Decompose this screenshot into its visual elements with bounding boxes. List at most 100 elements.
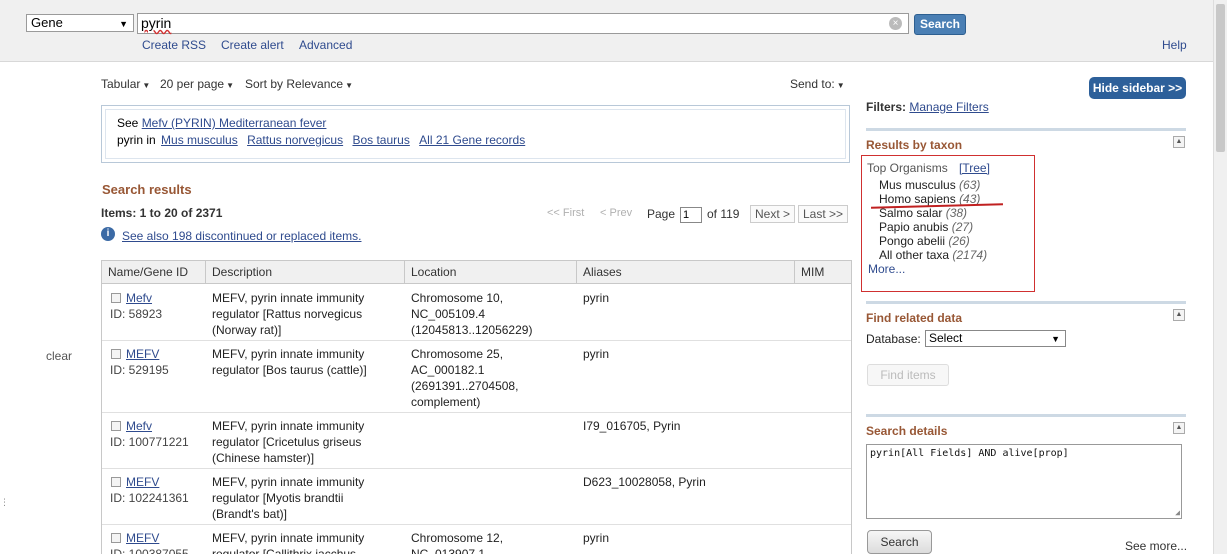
organism-link-bos[interactable]: Bos taurus (352, 133, 409, 147)
column-header-location[interactable]: Location (405, 261, 577, 283)
gene-id: ID: 100771221 (110, 435, 189, 449)
page-number-input[interactable]: 1 (680, 207, 702, 223)
create-alert-link[interactable]: Create alert (221, 38, 284, 52)
sort-menu[interactable]: Sort by Relevance ▼ (245, 77, 353, 91)
loc-line: (12045813..12056229) (411, 323, 533, 337)
search-input[interactable]: pyrin × (137, 13, 909, 34)
manage-filters-link[interactable]: Manage Filters (909, 100, 988, 114)
send-to-menu[interactable]: Send to: ▼ (790, 77, 845, 91)
search-results-title: Search results (102, 182, 192, 197)
see-prefix: See (117, 116, 142, 130)
mefv-suggestion-link[interactable]: Mefv (PYRIN) Mediterranean fever (142, 116, 327, 130)
next-page-button[interactable]: Next > (750, 205, 796, 223)
gene-name-link[interactable]: MEFV (126, 530, 159, 546)
gene-suggestion-box: See Mefv (PYRIN) Mediterranean fever pyr… (101, 105, 850, 163)
more-organisms-link[interactable]: More... (868, 262, 905, 276)
table-row: Mefv ID: 100771221 MEFV, pyrin innate im… (102, 413, 851, 469)
advanced-search-link[interactable]: Advanced (299, 38, 352, 52)
database-select[interactable]: Gene ▼ (26, 14, 134, 32)
filters-label: Filters: (866, 100, 907, 114)
organism-item[interactable]: Pongo abelii (26) (879, 234, 970, 248)
see-also-discontinued-link[interactable]: See also 198 discontinued or replaced it… (122, 229, 361, 243)
desc-line: (Brandt's bat)] (212, 507, 287, 521)
clear-link[interactable]: clear (46, 349, 72, 363)
row-checkbox[interactable] (111, 477, 121, 487)
find-items-button[interactable]: Find items (867, 364, 949, 386)
last-page-button[interactable]: Last >> (798, 205, 849, 223)
per-page-menu[interactable]: 20 per page ▼ (160, 77, 234, 91)
resize-grip-icon[interactable]: ◢ (1175, 508, 1180, 517)
search-button[interactable]: Search (914, 14, 966, 35)
row-checkbox[interactable] (111, 533, 121, 543)
organism-name: Papio anubis (879, 220, 949, 234)
page-label: Page (647, 207, 676, 221)
items-count: Items: 1 to 20 of 2371 (101, 206, 223, 220)
top-organisms-label: Top Organisms (867, 161, 948, 175)
desc-line: regulator [Callithrix jacchus (212, 547, 357, 554)
collapse-toggle-icon[interactable]: ▲ (1173, 136, 1185, 148)
first-page-link[interactable]: << First (547, 207, 584, 219)
desc-line: MEFV, pyrin innate immunity (212, 291, 365, 305)
desc-line: regulator [Cricetulus griseus (212, 435, 362, 449)
page-scrollbar[interactable] (1213, 0, 1227, 554)
organism-item[interactable]: Salmo salar (38) (879, 206, 967, 220)
desc-line: MEFV, pyrin innate immunity (212, 531, 365, 545)
organism-count: (27) (951, 220, 974, 234)
create-rss-link[interactable]: Create RSS (142, 38, 206, 52)
gene-aliases: D623_10028058, Pyrin (583, 475, 706, 489)
organism-item[interactable]: All other taxa (2174) (879, 248, 987, 262)
gene-location: Chromosome 12, NC_013907.1 (411, 530, 503, 554)
format-menu-label: Tabular (101, 77, 141, 91)
prev-page-link[interactable]: < Prev (600, 207, 632, 219)
help-link[interactable]: Help (1162, 38, 1187, 52)
row-checkbox[interactable] (111, 349, 121, 359)
info-icon: i (101, 227, 115, 241)
organism-link-rattus[interactable]: Rattus norvegicus (247, 133, 343, 147)
column-header-description[interactable]: Description (206, 261, 405, 283)
table-header: Name/Gene ID Description Location Aliase… (102, 261, 851, 284)
organism-name: All other taxa (879, 248, 950, 262)
left-edge-marker: ⋮ (0, 497, 9, 507)
caret-down-icon: ▼ (226, 81, 234, 90)
gene-description: MEFV, pyrin innate immunity regulator [C… (212, 530, 364, 554)
format-menu[interactable]: Tabular ▼ (101, 77, 150, 91)
desc-line: regulator [Bos taurus (cattle)] (212, 363, 367, 377)
collapse-toggle-icon[interactable]: ▲ (1173, 422, 1185, 434)
gene-aliases: I79_016705, Pyrin (583, 419, 681, 433)
caret-down-icon: ▼ (345, 81, 353, 90)
filters-row: Filters: Manage Filters (866, 100, 989, 114)
tree-link[interactable]: [Tree] (959, 161, 990, 175)
organism-item[interactable]: Papio anubis (27) (879, 220, 973, 234)
see-more-link[interactable]: See more... (1125, 539, 1187, 553)
gene-aliases: pyrin (583, 347, 610, 361)
row-checkbox[interactable] (111, 293, 121, 303)
send-to-label: Send to: (790, 77, 835, 91)
related-database-select[interactable]: Select ▼ (925, 330, 1066, 347)
all-records-link[interactable]: All 21 Gene records (419, 133, 525, 147)
section-divider (866, 414, 1186, 417)
organism-item[interactable]: Mus musculus (63) (879, 178, 980, 192)
hide-sidebar-button[interactable]: Hide sidebar >> (1089, 77, 1186, 99)
column-header-aliases[interactable]: Aliases (577, 261, 795, 283)
organism-link-mus[interactable]: Mus musculus (161, 133, 238, 147)
results-by-taxon-title: Results by taxon (866, 138, 963, 152)
search-details-button[interactable]: Search (867, 530, 932, 554)
gene-name-link[interactable]: Mefv (126, 290, 152, 306)
organism-name: Salmo salar (879, 206, 943, 220)
section-divider (866, 128, 1186, 131)
gene-name-link[interactable]: Mefv (126, 418, 152, 434)
chevron-down-icon: ▼ (1051, 334, 1060, 344)
column-header-name[interactable]: Name/Gene ID (102, 261, 206, 283)
results-table: Name/Gene ID Description Location Aliase… (101, 260, 852, 554)
clear-search-icon[interactable]: × (889, 17, 902, 30)
collapse-toggle-icon[interactable]: ▲ (1173, 309, 1185, 321)
scrollbar-thumb[interactable] (1216, 4, 1225, 152)
gene-location: Chromosome 25, AC_000182.1 (2691391..270… (411, 346, 518, 410)
row-checkbox[interactable] (111, 421, 121, 431)
related-database-value: Select (929, 331, 963, 345)
gene-name-link[interactable]: MEFV (126, 474, 159, 490)
organism-name: Pongo abelii (879, 234, 946, 248)
gene-name-link[interactable]: MEFV (126, 346, 159, 362)
search-details-textarea[interactable]: pyrin[All Fields] AND alive[prop] ◢ (866, 444, 1182, 519)
column-header-mim[interactable]: MIM (795, 261, 851, 283)
